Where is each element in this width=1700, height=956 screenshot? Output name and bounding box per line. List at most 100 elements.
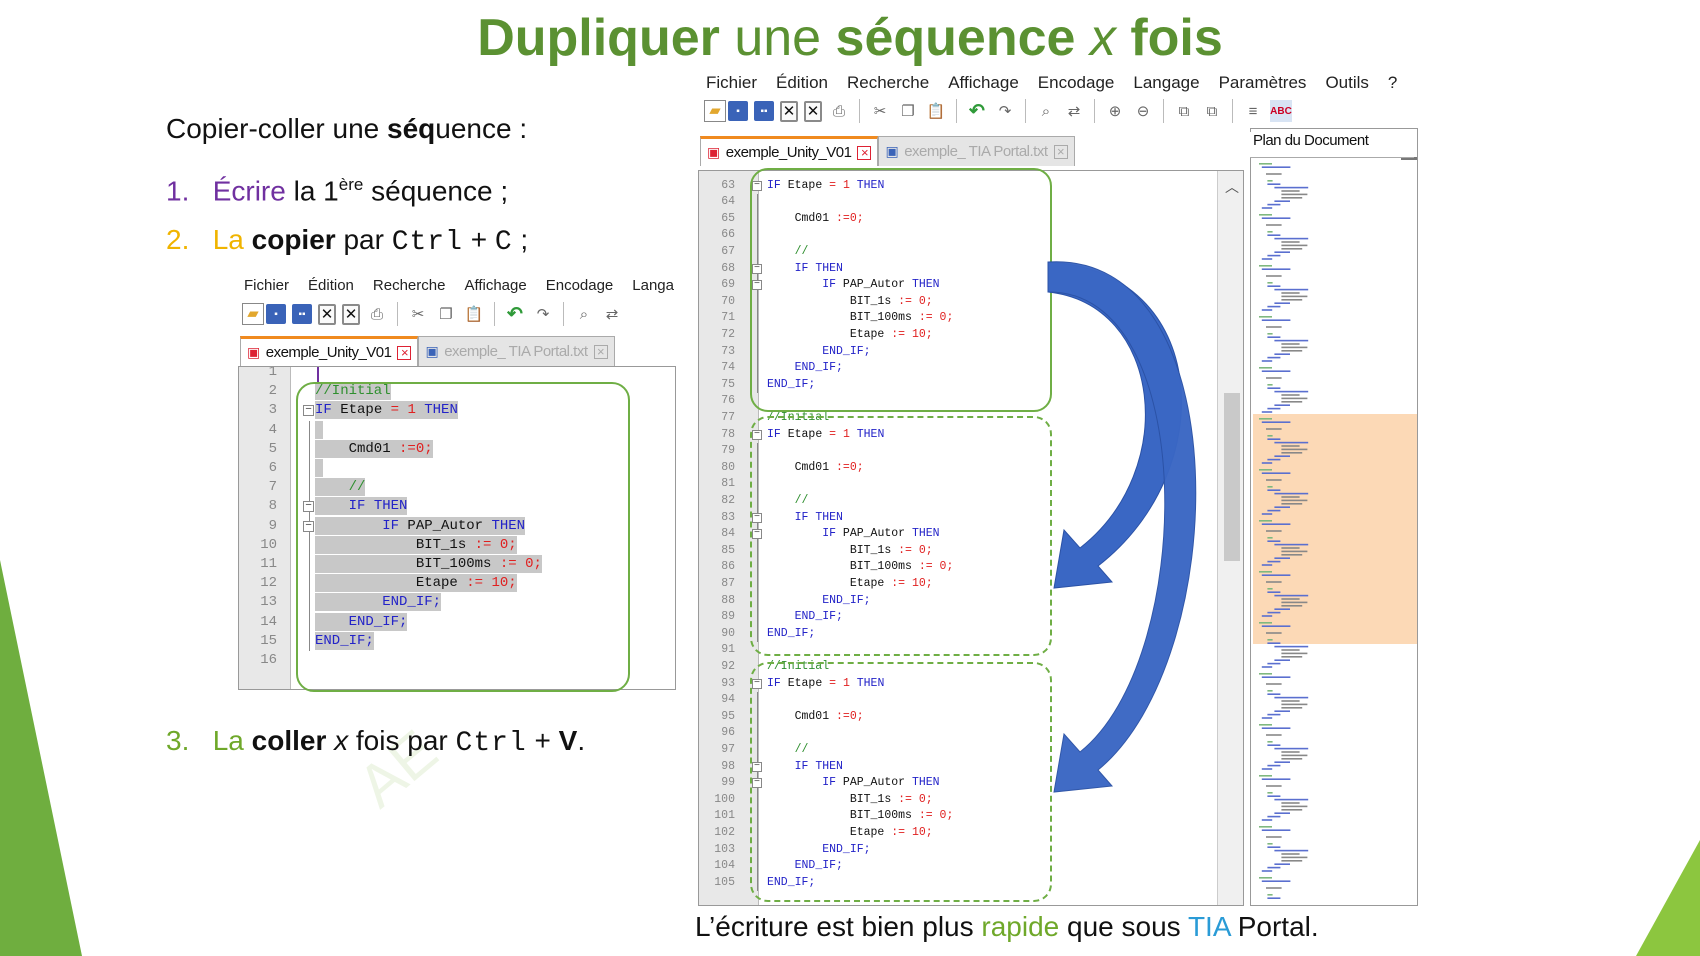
save-icon[interactable]: ▪ bbox=[728, 101, 748, 121]
menu-affichage[interactable]: Affichage bbox=[948, 73, 1019, 93]
line-number: 91 bbox=[721, 643, 735, 657]
wrap-icon[interactable]: ≡ bbox=[1242, 100, 1264, 122]
replace-icon[interactable]: ⇄ bbox=[1063, 100, 1085, 122]
big-menubar: Fichier Édition Recherche Affichage Encodage… bbox=[706, 73, 1416, 93]
zoom-out-icon[interactable]: ⊖ bbox=[1132, 100, 1154, 122]
minimap-line bbox=[1267, 795, 1281, 797]
minimap-line bbox=[1274, 798, 1309, 801]
save-all-icon[interactable]: ▪▪ bbox=[754, 101, 774, 121]
minimap-line bbox=[1267, 560, 1281, 563]
minimap-line bbox=[1261, 819, 1273, 821]
spell-icon[interactable]: ABC bbox=[1270, 100, 1292, 122]
menu-édition[interactable]: Édition bbox=[776, 73, 828, 93]
replace-icon[interactable]: ⇄ bbox=[601, 303, 623, 325]
tab-close-icon[interactable]: × bbox=[1053, 144, 1068, 159]
minimap-line bbox=[1281, 241, 1300, 243]
line-number: 73 bbox=[721, 344, 735, 358]
cut-icon[interactable]: ✂ bbox=[869, 100, 891, 122]
minimap-line bbox=[1267, 458, 1281, 461]
menu-encodage[interactable]: Encodage bbox=[1038, 73, 1115, 93]
minimap-line bbox=[1267, 540, 1281, 542]
line-number: 13 bbox=[260, 594, 277, 611]
cut-icon[interactable]: ✂ bbox=[407, 303, 429, 325]
minimap-line bbox=[1274, 747, 1309, 750]
tab-close-icon[interactable]: × bbox=[397, 345, 412, 360]
sync-h-icon[interactable]: ⧉ bbox=[1201, 100, 1223, 122]
menu-recherche[interactable]: Recherche bbox=[847, 73, 929, 93]
original-sequence-box bbox=[750, 168, 1052, 412]
zoom-in-icon[interactable]: ⊕ bbox=[1104, 100, 1126, 122]
scroll-up-icon[interactable]: ︿ bbox=[1225, 177, 1239, 197]
tab-exemple-tia[interactable]: ▣ exemple_ TIA Portal.txt × bbox=[418, 336, 615, 366]
minimap-line bbox=[1259, 316, 1272, 318]
paste-icon[interactable]: 📋 bbox=[463, 303, 485, 325]
minimap-line bbox=[1261, 421, 1291, 423]
close-icon[interactable]: ✕ bbox=[780, 100, 798, 122]
document-map-panel[interactable] bbox=[1250, 128, 1418, 906]
redo-icon[interactable]: ↷ bbox=[532, 303, 554, 325]
print-icon[interactable]: ⎙ bbox=[366, 303, 388, 325]
menu-recherche[interactable]: Recherche bbox=[373, 277, 446, 294]
menu-paramètres[interactable]: Paramètres bbox=[1219, 73, 1307, 93]
menu-?[interactable]: ? bbox=[1388, 73, 1397, 93]
tab-close-icon[interactable]: × bbox=[593, 344, 608, 359]
minimap-line bbox=[1281, 193, 1308, 196]
menu-fichier[interactable]: Fichier bbox=[244, 277, 289, 294]
open-folder-icon[interactable]: ▰ bbox=[242, 303, 264, 325]
minimap-line bbox=[1261, 727, 1291, 729]
line-number: 105 bbox=[714, 875, 735, 889]
minimap-line bbox=[1281, 496, 1300, 498]
undo-icon[interactable]: ↶ bbox=[966, 100, 988, 122]
find-icon[interactable]: ⌕ bbox=[573, 303, 595, 325]
minimap-line bbox=[1259, 877, 1272, 879]
paste-icon[interactable]: 📋 bbox=[925, 100, 947, 122]
minimap-line bbox=[1281, 805, 1308, 808]
minimap-line bbox=[1274, 200, 1290, 202]
big-vertical-scrollbar[interactable]: ︿ bbox=[1217, 171, 1243, 905]
close-all-icon[interactable]: ✕ bbox=[804, 100, 822, 122]
print-icon[interactable]: ⎙ bbox=[828, 100, 850, 122]
minimap-line bbox=[1267, 305, 1281, 308]
tab-exemple-unity[interactable]: ▣ exemple_Unity_V01 × bbox=[700, 136, 879, 166]
minimap-line bbox=[1281, 605, 1303, 607]
line-number: 9 bbox=[268, 517, 277, 534]
menu-fichier[interactable]: Fichier bbox=[706, 73, 757, 93]
copy-icon[interactable]: ❐ bbox=[435, 303, 457, 325]
minimap-line bbox=[1266, 581, 1282, 583]
menu-langage[interactable]: Langage bbox=[1133, 73, 1199, 93]
menu-encodage[interactable]: Encodage bbox=[546, 277, 614, 294]
undo-icon[interactable]: ↶ bbox=[504, 303, 526, 325]
line-number: 68 bbox=[721, 261, 735, 275]
open-folder-icon[interactable]: ▰ bbox=[704, 100, 726, 122]
find-icon[interactable]: ⌕ bbox=[1035, 100, 1057, 122]
save-icon[interactable]: ▪ bbox=[266, 304, 286, 324]
menu-outils[interactable]: Outils bbox=[1325, 73, 1368, 93]
menu-édition[interactable]: Édition bbox=[308, 277, 354, 294]
save-all-icon[interactable]: ▪▪ bbox=[292, 304, 312, 324]
minimap-line bbox=[1267, 897, 1281, 899]
minimap-line bbox=[1267, 588, 1273, 590]
toolbar-separator bbox=[859, 99, 860, 123]
minimap-line bbox=[1281, 598, 1300, 600]
minimap-line bbox=[1281, 343, 1300, 345]
line-number: 77 bbox=[721, 411, 735, 424]
redo-icon[interactable]: ↷ bbox=[994, 100, 1016, 122]
minimap-line bbox=[1274, 863, 1290, 865]
sync-v-icon[interactable]: ⧉ bbox=[1173, 100, 1195, 122]
scroll-thumb[interactable] bbox=[1224, 393, 1240, 561]
minimap-line bbox=[1267, 843, 1273, 845]
tab-close-icon[interactable]: × bbox=[857, 145, 872, 160]
minimap-line bbox=[1274, 594, 1309, 597]
tab-exemple-unity[interactable]: ▣ exemple_Unity_V01 × bbox=[240, 336, 419, 366]
minimap-line bbox=[1281, 350, 1303, 352]
line-number: 78 bbox=[721, 427, 735, 441]
tab-exemple-tia[interactable]: ▣ exemple_ TIA Portal.txt × bbox=[878, 136, 1075, 166]
minimap-line bbox=[1267, 203, 1281, 206]
menu-affichage[interactable]: Affichage bbox=[464, 277, 526, 294]
close-icon[interactable]: ✕ bbox=[318, 303, 336, 325]
minimap-line bbox=[1281, 707, 1303, 709]
close-all-icon[interactable]: ✕ bbox=[342, 303, 360, 325]
menu-langa[interactable]: Langa bbox=[632, 277, 674, 294]
copy-icon[interactable]: ❐ bbox=[897, 100, 919, 122]
minimap-line bbox=[1267, 792, 1273, 794]
